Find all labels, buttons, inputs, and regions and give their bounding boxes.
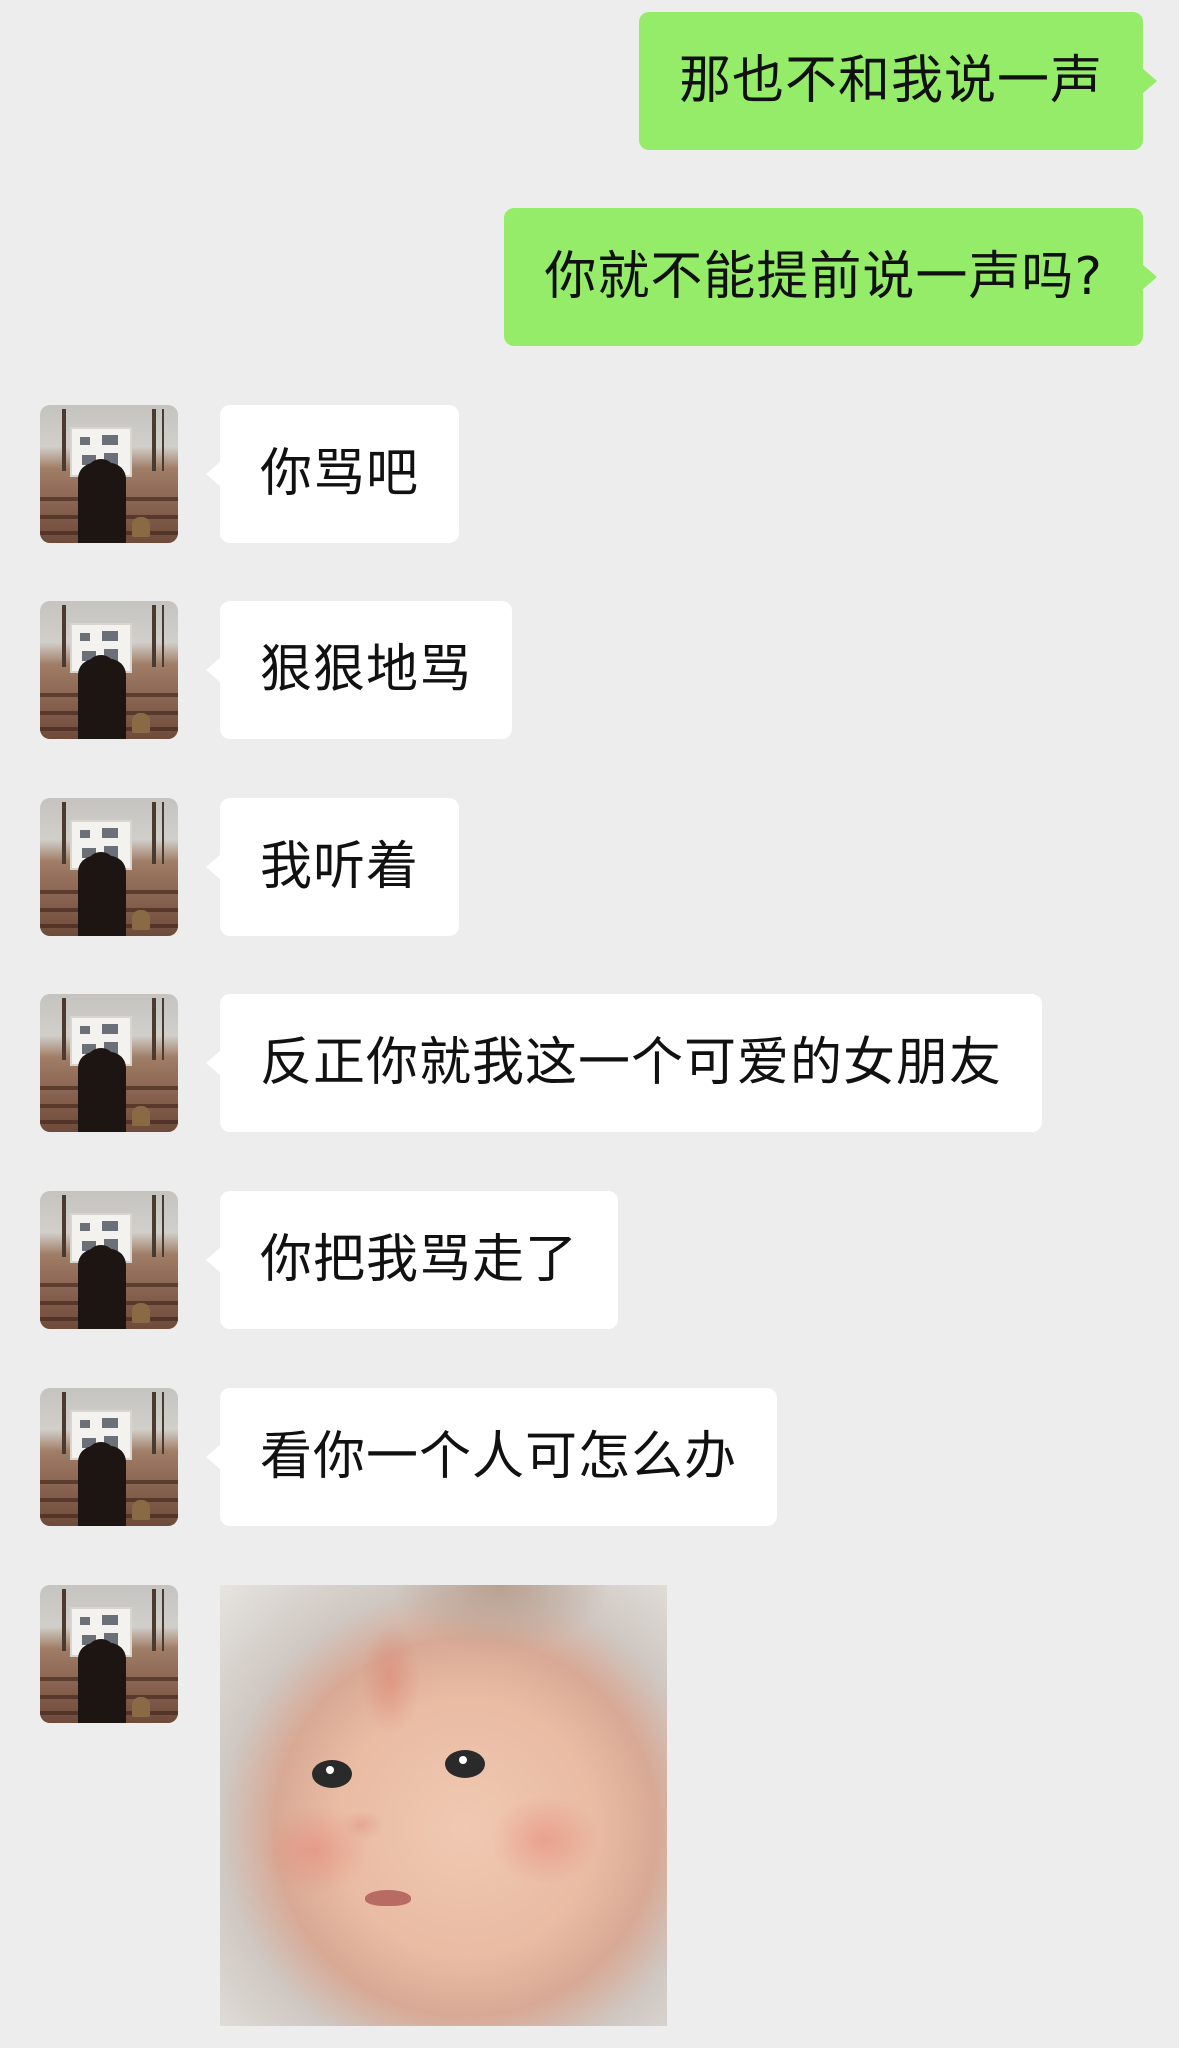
- contact-avatar[interactable]: [40, 1585, 178, 1723]
- message-incoming: 我听着: [40, 798, 460, 936]
- message-bubble-outgoing[interactable]: 那也不和我说一声: [638, 12, 1158, 150]
- message-incoming: 反正你就我这一个可爱的女朋友: [40, 994, 1043, 1132]
- message-bubble-incoming[interactable]: 看你一个人可怎么办: [205, 1388, 778, 1526]
- message-incoming: 你把我骂走了: [40, 1191, 619, 1329]
- contact-avatar[interactable]: [40, 405, 178, 543]
- crying-baby-sticker[interactable]: [220, 1585, 667, 2026]
- message-bubble-incoming[interactable]: 反正你就我这一个可爱的女朋友: [205, 994, 1043, 1132]
- contact-avatar[interactable]: [40, 601, 178, 739]
- message-incoming: 狠狠地骂: [40, 601, 513, 739]
- message-bubble-incoming[interactable]: 狠狠地骂: [205, 601, 513, 739]
- contact-avatar[interactable]: [40, 994, 178, 1132]
- sticker-mouth: [365, 1890, 411, 1906]
- sticker-eye: [312, 1760, 352, 1788]
- message-bubble-incoming[interactable]: 你把我骂走了: [205, 1191, 619, 1329]
- contact-avatar[interactable]: [40, 798, 178, 936]
- contact-avatar[interactable]: [40, 1388, 178, 1526]
- message-bubble-outgoing[interactable]: 你就不能提前说一声吗?: [504, 208, 1157, 346]
- message-outgoing: 你就不能提前说一声吗?: [504, 208, 1157, 346]
- sticker-eye: [445, 1750, 485, 1778]
- contact-avatar[interactable]: [40, 1191, 178, 1329]
- message-incoming: 你骂吧: [40, 405, 460, 543]
- chat-window: 那也不和我说一声 你就不能提前说一声吗? 你骂吧 狠狠地骂 我听着 反正你就我这…: [0, 0, 1179, 2048]
- message-outgoing: 那也不和我说一声: [638, 12, 1158, 150]
- message-bubble-incoming[interactable]: 我听着: [205, 798, 460, 936]
- message-incoming: 看你一个人可怎么办: [40, 1388, 778, 1526]
- message-incoming: [40, 1585, 667, 2026]
- message-bubble-incoming[interactable]: 你骂吧: [205, 405, 460, 543]
